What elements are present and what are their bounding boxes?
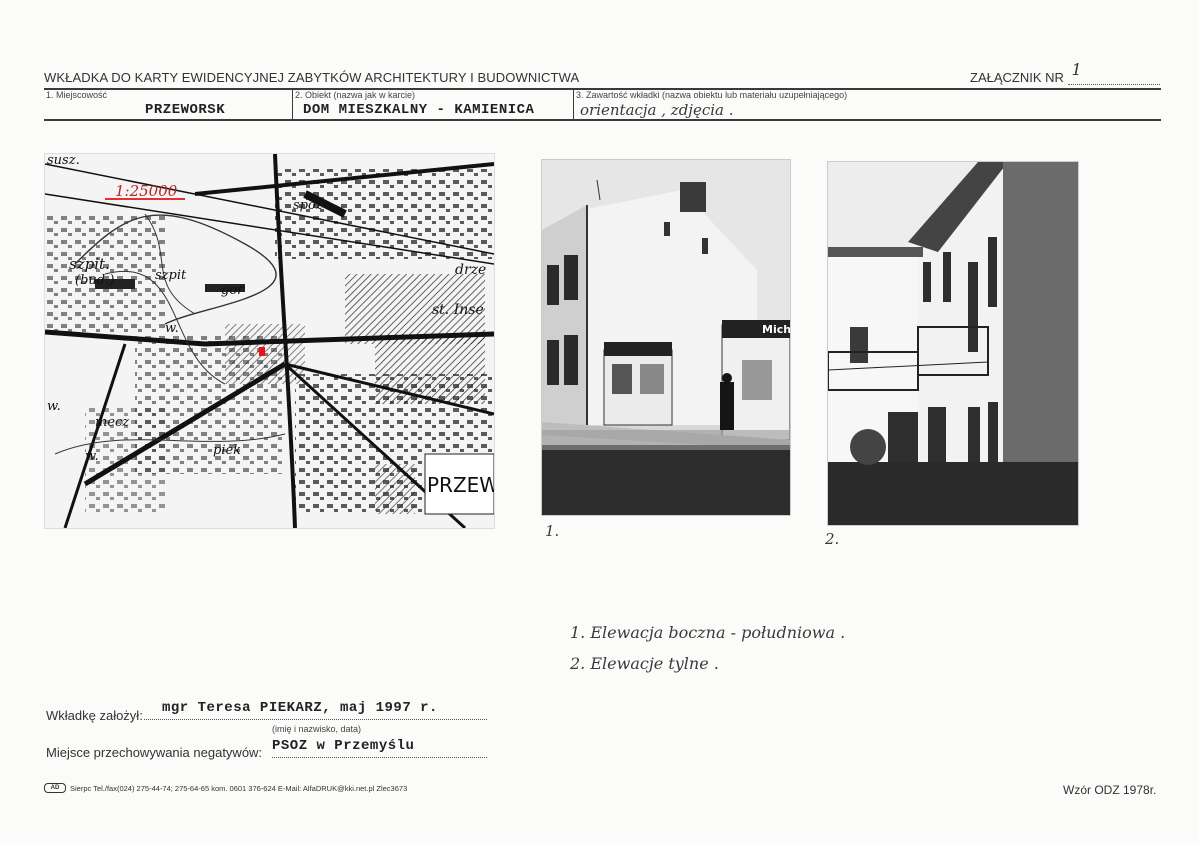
storage-line: [272, 757, 487, 758]
storage-label: Miejsce przechowywania negatywów:: [46, 745, 263, 760]
field-object-value: DOM MIESZKALNY - KAMIENICA: [303, 102, 535, 118]
location-map: 1:25000 susz. spoz szpit. (bud.) szpit g…: [44, 153, 499, 530]
location-marker: [259, 347, 265, 356]
storage-value: PSOZ w Przemyślu: [272, 738, 415, 754]
photo-2-number: 2.: [825, 530, 840, 548]
map-label: mecz: [95, 415, 129, 430]
kiosk-sign: Mich: [762, 323, 790, 336]
caption-1: 1. Elewacja boczna - południowa .: [570, 623, 846, 642]
photo-1-number: 1.: [545, 522, 560, 540]
map-label: (bud.): [75, 273, 114, 288]
form-model: Wzór ODZ 1978r.: [1063, 783, 1157, 797]
map-label: w.: [47, 399, 61, 414]
map-label: drze: [455, 262, 486, 278]
annex-label: ZAŁĄCZNIK NR: [970, 70, 1064, 85]
map-label: w.: [85, 449, 99, 464]
photo-1: Mich: [541, 159, 791, 516]
founder-value: mgr Teresa PIEKARZ, maj 1997 r.: [162, 700, 438, 716]
field-divider-1: [292, 89, 293, 119]
printer-info: AD Sierpc Tel./fax(024) 275-44-74; 275-6…: [44, 783, 407, 793]
photo-2: [827, 161, 1079, 526]
annex-number: ZAŁĄCZNIK NR 1: [970, 60, 1160, 85]
field-locality-label: 1. Miejscowość: [46, 90, 108, 100]
founder-hint: (imię i nazwisko, data): [272, 724, 362, 734]
map-scale: 1:25000: [115, 182, 178, 200]
photo-2-image: [828, 162, 1078, 525]
header-bottom-rule: [44, 119, 1161, 121]
annex-number-value: 1: [1071, 60, 1082, 79]
map-label: spoz: [293, 198, 323, 213]
printer-logo: AD: [44, 783, 66, 793]
map-label: susz.: [47, 154, 80, 168]
map-label: szpit: [155, 268, 187, 283]
founder-label: Wkładkę założył:: [46, 708, 143, 723]
annex-number-field: 1: [1067, 60, 1160, 85]
field-content-value: orientacja , zdjęcia .: [580, 101, 734, 119]
map-label: w.: [165, 321, 179, 336]
field-locality-value: PRZEWORSK: [145, 102, 226, 118]
photo-1-image: Mich: [542, 160, 790, 515]
map-label: st. Inse: [432, 302, 484, 318]
map-label: piek: [213, 443, 241, 458]
map-label: gor: [221, 283, 244, 298]
form-title: WKŁADKA DO KARTY EWIDENCYJNEJ ZABYTKÓW A…: [44, 70, 580, 85]
caption-2: 2. Elewacje tylne .: [570, 654, 719, 673]
field-divider-2: [573, 89, 574, 119]
map-label: PRZEW: [427, 473, 494, 497]
printer-details: Sierpc Tel./fax(024) 275-44-74; 275-64-6…: [70, 783, 408, 793]
map-drawing: 1:25000 susz. spoz szpit. (bud.) szpit g…: [44, 153, 499, 530]
founder-line: [144, 719, 487, 720]
map-label: szpit.: [69, 255, 110, 273]
field-object-label: 2. Obiekt (nazwa jak w karcie): [295, 90, 416, 100]
field-content-label: 3. Zawartość wkładki (nazwa obiektu lub …: [576, 90, 848, 100]
